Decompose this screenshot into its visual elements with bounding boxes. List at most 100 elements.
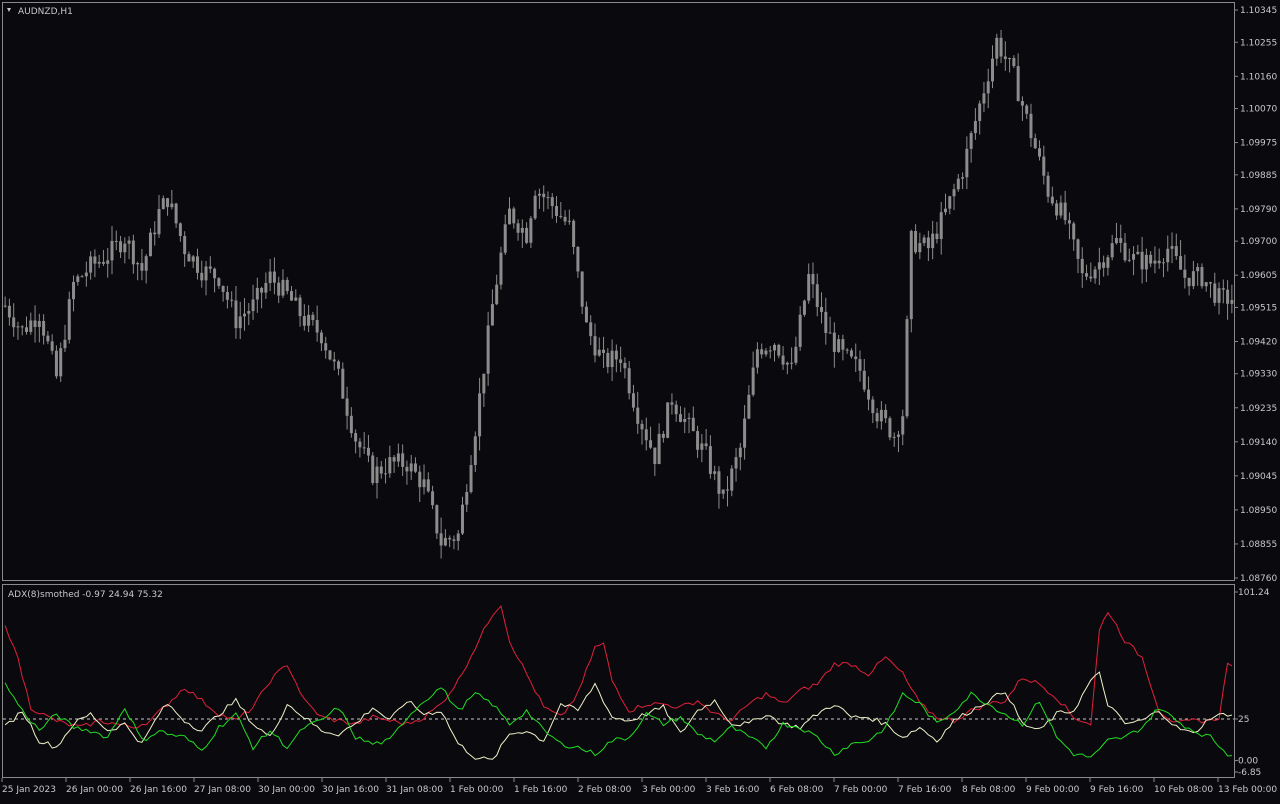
candle-body (341, 368, 345, 399)
candle-body (1123, 242, 1127, 261)
candle-body (781, 355, 785, 365)
candle-body (221, 285, 225, 292)
candle-body (63, 339, 67, 349)
candle-body (1174, 246, 1178, 257)
candle-body (1127, 259, 1131, 261)
candle-body (285, 279, 289, 292)
chart-canvas[interactable]: 1.10345 1.10255 1.10160 1.10070 1.09975 1.098… (0, 0, 1280, 800)
candle-body (97, 261, 101, 264)
candle-body (302, 316, 306, 326)
candle-body (713, 471, 717, 474)
candle-body (170, 203, 174, 208)
candle-body (140, 263, 144, 271)
candle-body (1046, 175, 1050, 197)
candle-body (602, 349, 606, 353)
candle-body (127, 240, 131, 244)
candle-body (661, 433, 665, 438)
candle-body (999, 37, 1003, 57)
candle-body (1025, 105, 1029, 114)
candle-body (939, 212, 943, 240)
price-tick-label: 1.09790 (1240, 205, 1277, 215)
candle-body (486, 325, 490, 374)
candle-body (123, 243, 127, 253)
candle-body (666, 402, 670, 438)
candle-body (431, 491, 435, 506)
candle-body (72, 281, 76, 300)
candle-body (691, 417, 695, 432)
candle-body (1106, 257, 1110, 268)
candle-body (884, 409, 888, 419)
chart-window[interactable]: 1.10345 1.10255 1.10160 1.10070 1.09975 1.098… (0, 0, 1280, 800)
candle-body (696, 431, 700, 450)
candle-body (525, 227, 529, 243)
candle-body (443, 537, 447, 546)
candle-body (969, 133, 973, 149)
candle-body (136, 263, 140, 265)
candle-body (597, 349, 601, 356)
candle-body (191, 256, 195, 262)
candle-body (738, 447, 742, 458)
candle-body (1179, 256, 1183, 270)
candle-body (272, 271, 276, 283)
candle-body (854, 356, 858, 360)
candle-body (204, 266, 208, 281)
candle-body (106, 260, 110, 264)
candle-body (965, 148, 969, 178)
candle-body (948, 196, 952, 209)
candle-body (54, 350, 58, 377)
candle-body (636, 407, 640, 424)
indicator-tick-label: -6.85 (1238, 768, 1261, 778)
candle-body (879, 409, 883, 422)
candle-body (3, 305, 7, 307)
candle-body (1213, 283, 1217, 303)
time-tick-label: 30 Jan 00:00 (258, 785, 315, 795)
candle-body (815, 284, 819, 307)
candle-body (148, 232, 152, 257)
candle-body (144, 256, 148, 271)
candle-body (845, 349, 849, 351)
time-tick-label: 13 Feb 00:00 (1218, 785, 1277, 795)
candle-body (572, 220, 576, 247)
price-tick-label: 1.10255 (1240, 38, 1277, 48)
candle-body (627, 368, 631, 394)
candle-body (901, 416, 905, 435)
indicator-tick-label: 0.00 (1238, 757, 1258, 767)
candle-body (785, 362, 789, 365)
candle-body (1080, 258, 1084, 274)
candle-body (725, 489, 729, 491)
candle-body (371, 455, 375, 483)
candle-body (1166, 248, 1170, 263)
candle-body (1102, 262, 1106, 268)
candle-body (918, 243, 922, 253)
candle-body (700, 443, 704, 450)
time-tick-label: 30 Jan 16:00 (322, 785, 379, 795)
candle-body (533, 195, 537, 219)
candle-body (294, 297, 298, 301)
candle-body (764, 350, 768, 355)
candle-body (20, 326, 24, 328)
candle-body (973, 120, 977, 134)
candle-body (931, 233, 935, 249)
candle-body (131, 240, 135, 265)
candle-body (1063, 202, 1067, 221)
candle-body (777, 344, 781, 356)
candle-body (1020, 101, 1024, 106)
candle-body (1157, 260, 1161, 264)
candle-body (1196, 267, 1200, 272)
candle-body (1029, 113, 1033, 139)
candle-body (161, 198, 165, 210)
candle-body (755, 349, 759, 368)
candle-body (337, 361, 341, 369)
candle-body (905, 319, 909, 417)
candle-body (230, 299, 234, 301)
candle-body (426, 479, 430, 492)
time-tick-label: 3 Feb 00:00 (642, 785, 696, 795)
chart-background (0, 0, 1280, 800)
candle-body (1153, 260, 1157, 264)
candle-body (589, 322, 593, 337)
candle-body (909, 230, 913, 320)
candle-body (961, 177, 965, 179)
candle-body (499, 252, 503, 285)
candle-body (708, 446, 712, 474)
candle-body (1187, 277, 1191, 287)
